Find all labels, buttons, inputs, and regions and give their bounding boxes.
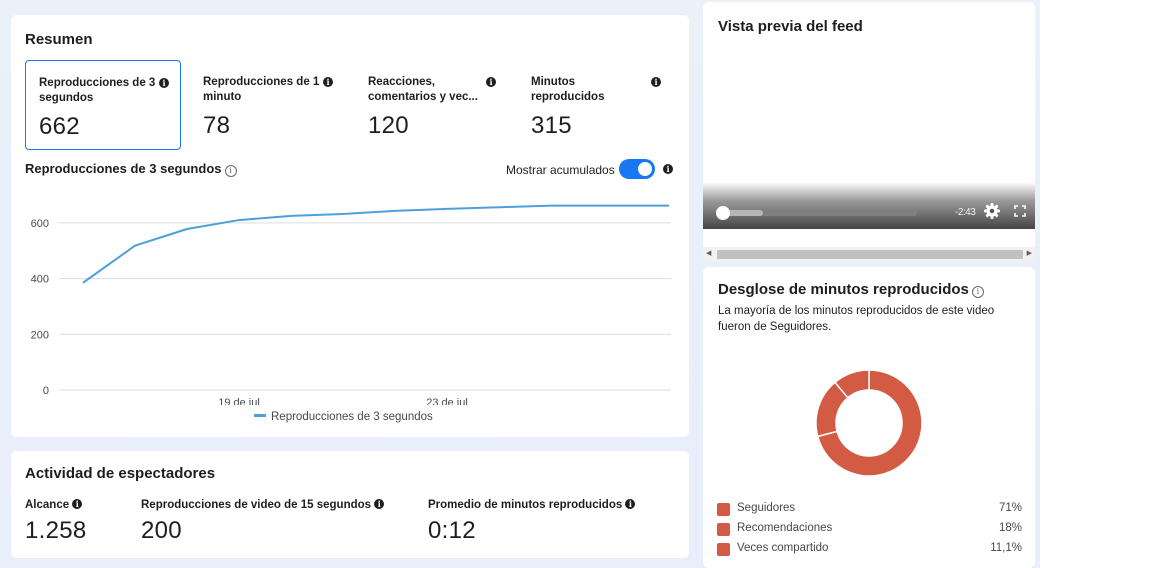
legend-item-compartido: Veces compartido 11,1% [717, 542, 1022, 558]
time-remaining: -2:43 [955, 207, 976, 218]
legend-label: Reproducciones de 3 segundos [271, 411, 433, 423]
info-icon[interactable]: i [72, 499, 83, 509]
chart-title: Reproducciones de 3 segundos i [25, 161, 237, 177]
preview-title: Vista previa del feed [718, 18, 863, 35]
info-outline-icon[interactable]: i [971, 286, 984, 298]
scroll-thumb[interactable] [717, 250, 1023, 259]
actividad-card: Actividad de espectadores Alcance i 1.25… [11, 451, 689, 558]
legend-item-seguidores: Seguidores 71% [717, 502, 1022, 518]
legend-swatch [717, 523, 730, 536]
info-icon[interactable]: i [323, 77, 333, 87]
resumen-title: Resumen [25, 31, 93, 48]
info-icon[interactable]: i [159, 78, 169, 88]
gear-icon[interactable] [983, 202, 1001, 220]
feed-preview-card: Vista previa del feed -2:43 ◀ ▶ [703, 2, 1035, 261]
horizontal-scrollbar[interactable]: ◀ ▶ [703, 247, 1035, 261]
metric-value: 78 [203, 112, 231, 139]
x-tick-label: 23 de jul [426, 397, 468, 405]
info-icon[interactable]: i [374, 499, 385, 509]
metric-value: 200 [141, 517, 182, 544]
info-icon[interactable]: i [663, 164, 673, 174]
metric-label: Reacciones, comentarios y vec... [368, 76, 478, 103]
legend-item-recomendaciones: Recomendaciones 18% [717, 522, 1022, 538]
toggle-label: Mostrar acumulados [506, 163, 615, 177]
scroll-left-icon[interactable]: ◀ [706, 249, 711, 257]
y-tick-label: 400 [31, 274, 49, 286]
y-tick-label: 600 [31, 218, 49, 230]
progress-track[interactable] [719, 210, 917, 216]
info-icon[interactable]: i [486, 77, 496, 87]
fullscreen-icon[interactable] [1014, 205, 1026, 217]
metric-label: Alcance i [25, 499, 87, 511]
desglose-description: La mayoría de los minutos reproducidos d… [718, 305, 995, 333]
x-tick-label: 19 de jul [218, 397, 260, 405]
info-outline-icon[interactable]: i [224, 165, 237, 177]
metric-value: 315 [531, 112, 572, 139]
progress-knob[interactable] [716, 206, 730, 220]
toggle-knob [638, 162, 652, 176]
y-tick-label: 0 [43, 385, 49, 397]
cumulative-toggle[interactable] [619, 159, 655, 179]
metric-alcance[interactable]: Alcance i 1.258 [25, 499, 87, 545]
metric-label: Reproducciones de 3 segundos [39, 77, 156, 104]
metric-label: Promedio de minutos reproducidos i [428, 499, 636, 511]
legend-swatch [717, 543, 730, 556]
metric-minutes-viewed[interactable]: Minutos reproducidos i 315 [518, 60, 674, 150]
actividad-title: Actividad de espectadores [25, 465, 216, 482]
line-chart: 0 200 400 600 19 de jul 23 de jul [31, 204, 671, 405]
metric-3s-views[interactable]: Reproducciones de 3 segundos i 662 [25, 60, 181, 150]
legend-swatch [254, 414, 266, 417]
metric-label: Reproducciones de video de 15 segundos i [141, 499, 385, 511]
metric-reactions[interactable]: Reacciones, comentarios y vec... i 120 [355, 60, 511, 150]
metric-1min-views[interactable]: Reproducciones de 1 minuto i 78 [190, 60, 346, 150]
metric-value: 0:12 [428, 517, 476, 544]
info-icon[interactable]: i [651, 77, 661, 87]
metric-label: Reproducciones de 1 minuto [203, 76, 320, 103]
donut-chart [815, 369, 923, 477]
desglose-title: Desglose de minutos reproducidos i [718, 281, 984, 298]
series-line[interactable] [82, 204, 669, 284]
resumen-card: Resumen Reproducciones de 3 segundos i 6… [11, 15, 689, 437]
metric-label: Minutos reproducidos [531, 76, 605, 103]
metric-value: 120 [368, 112, 409, 139]
scroll-right-icon[interactable]: ▶ [1027, 249, 1032, 257]
metric-avg-minutes[interactable]: Promedio de minutos reproducidos i 0:12 [428, 499, 636, 545]
metric-value: 1.258 [25, 517, 87, 544]
y-tick-label: 200 [31, 329, 49, 341]
info-icon[interactable]: i [625, 499, 636, 509]
chart-legend: Reproducciones de 3 segundos [254, 411, 433, 423]
metric-15s-views[interactable]: Reproducciones de video de 15 segundos i… [141, 499, 385, 545]
legend-swatch [717, 503, 730, 516]
metric-value: 662 [39, 113, 80, 140]
minutes-breakdown-card: Desglose de minutos reproducidos i La may… [703, 267, 1035, 568]
